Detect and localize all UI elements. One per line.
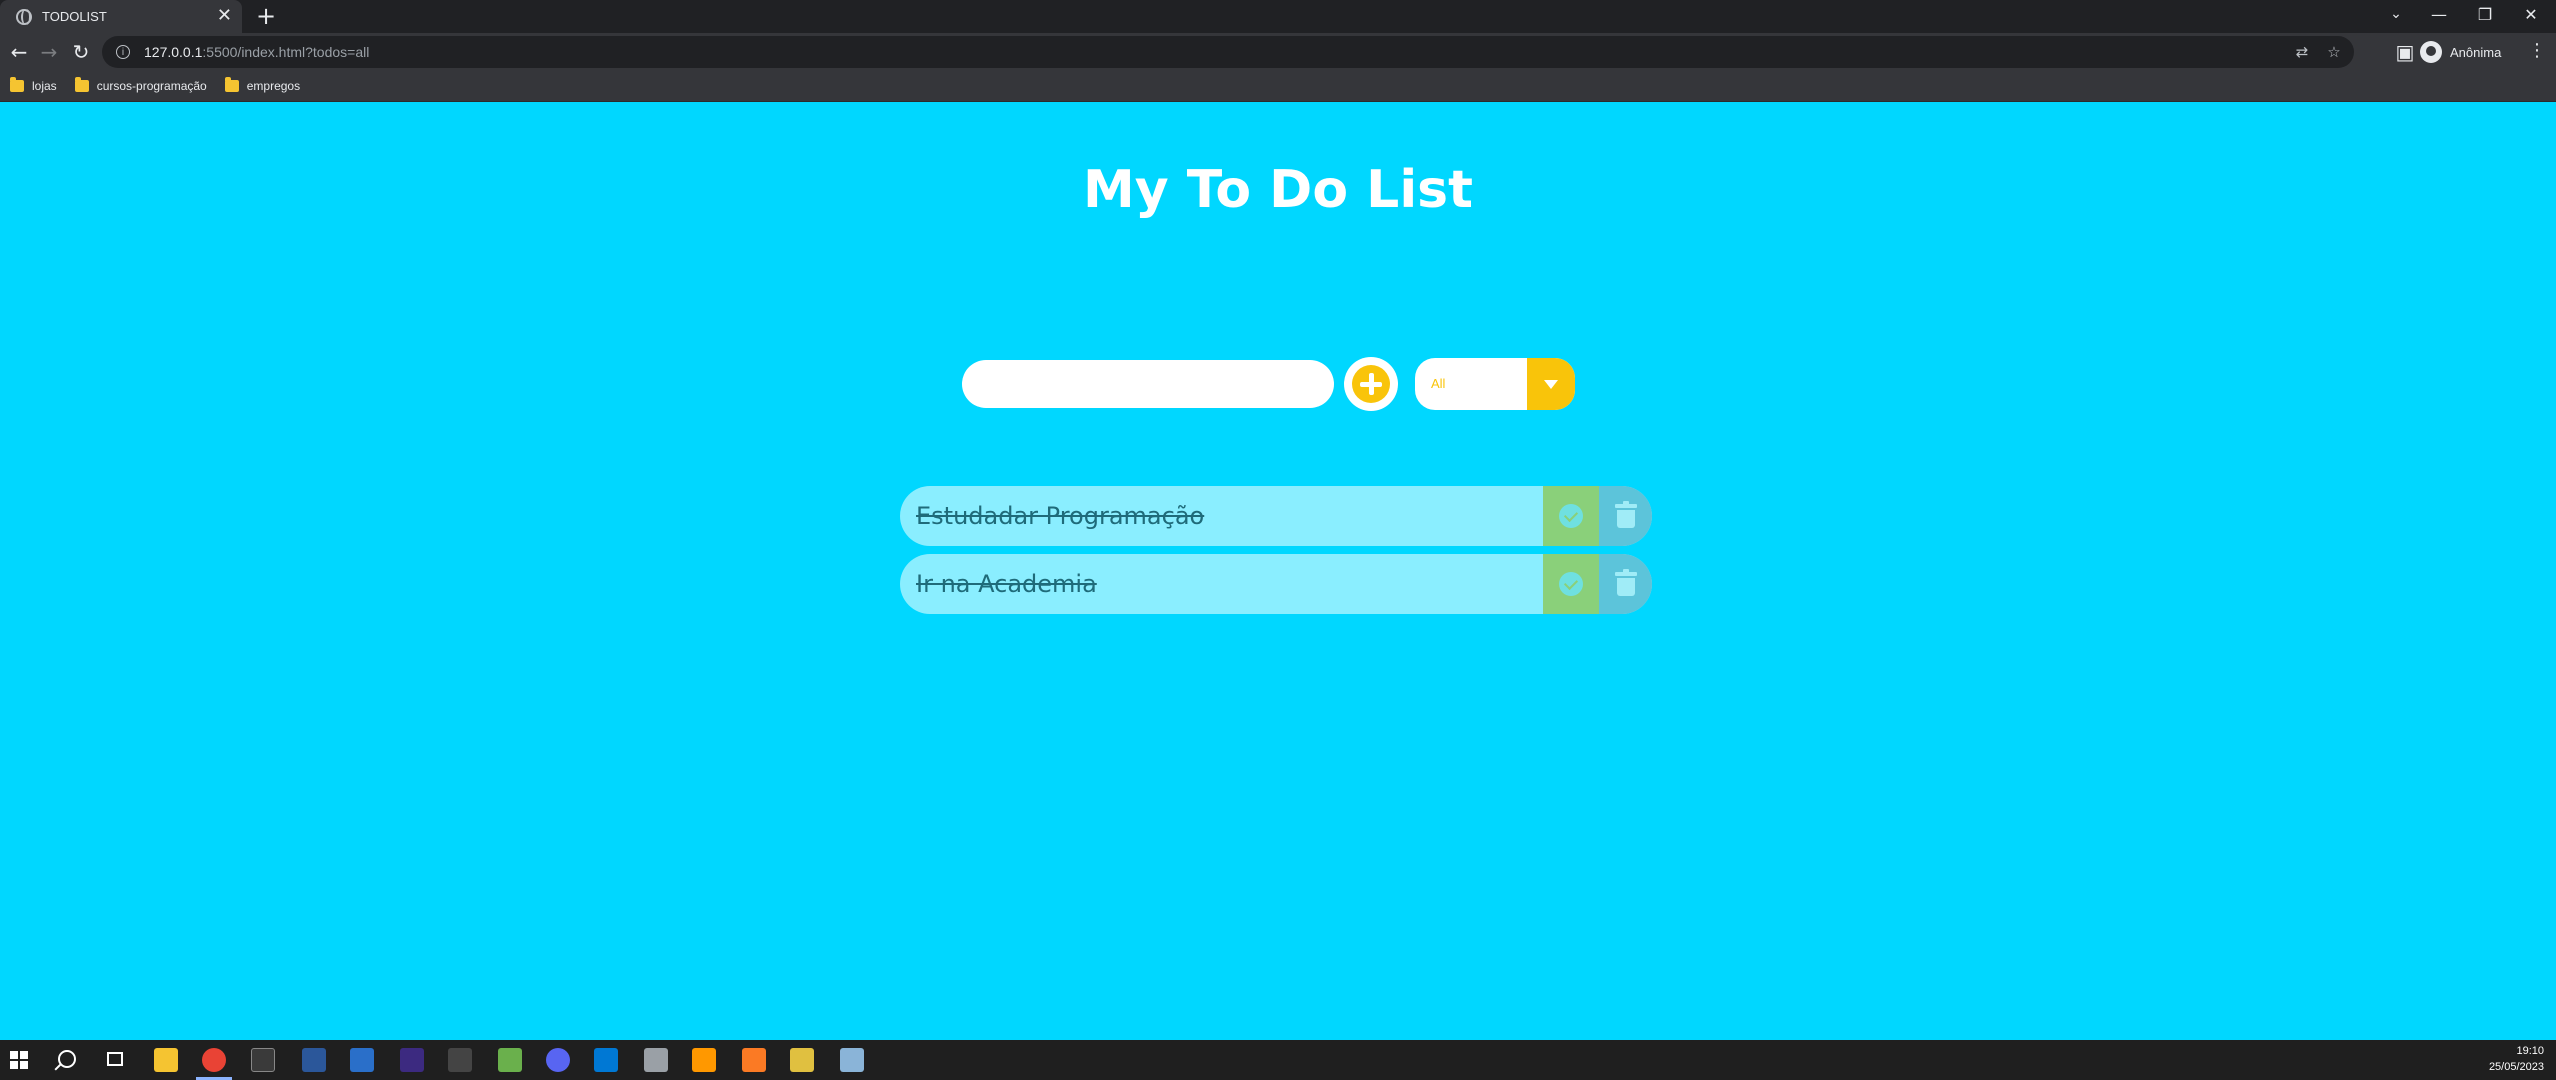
app-icon[interactable] xyxy=(400,1048,424,1072)
restore-button[interactable]: ❐ xyxy=(2462,0,2508,28)
address-bar[interactable]: i 127.0.0.1:5500/index.html?todos=all ☆ … xyxy=(102,36,2354,68)
check-icon xyxy=(1559,504,1583,528)
search-icon[interactable] xyxy=(58,1050,76,1068)
sublime-icon[interactable] xyxy=(692,1048,716,1072)
forward-button[interactable]: → xyxy=(34,37,64,67)
word-icon[interactable] xyxy=(302,1048,326,1072)
page-title: My To Do List xyxy=(1083,160,1473,220)
bookmark-empregos[interactable]: empregos xyxy=(224,77,301,93)
profile-name: Anônima xyxy=(2450,44,2502,60)
dropdown-arrow[interactable] xyxy=(1527,358,1575,410)
tab-title: TODOLIST xyxy=(42,9,107,24)
app-icon[interactable] xyxy=(790,1048,814,1072)
taskbar: 19:10 25/05/2023 xyxy=(0,1040,2556,1080)
bookmarks-bar: lojas cursos-programação empregos xyxy=(0,71,2556,102)
side-panel-icon[interactable]: ▣ xyxy=(2390,37,2420,67)
todo-text: Ir na Academia xyxy=(916,570,1097,598)
bookmark-label: empregos xyxy=(246,79,301,93)
delete-button[interactable] xyxy=(1599,486,1652,546)
incognito-icon xyxy=(2420,41,2442,63)
filter-value: All xyxy=(1431,376,1446,391)
browser-tab[interactable]: TODOLIST ✕ xyxy=(0,0,242,33)
windows-start-icon[interactable] xyxy=(10,1051,28,1069)
bookmark-lojas[interactable]: lojas xyxy=(10,77,57,93)
task-view-icon[interactable] xyxy=(107,1052,123,1066)
new-tab-button[interactable]: + xyxy=(256,2,276,30)
caret-down-icon xyxy=(1544,379,1558,389)
complete-button[interactable] xyxy=(1543,554,1599,614)
console-icon[interactable] xyxy=(448,1048,472,1072)
tab-search-icon[interactable]: ⌄ xyxy=(2380,0,2412,28)
reload-button[interactable]: ↻ xyxy=(66,37,96,67)
system-clock[interactable]: 19:10 25/05/2023 xyxy=(2489,1043,2544,1075)
translate-icon[interactable]: ⇄ xyxy=(2292,42,2312,62)
todo-item: Estudadar Programação xyxy=(900,486,1652,546)
clock-time: 19:10 xyxy=(2516,1045,2544,1057)
browser-toolbar: ← → ↻ i 127.0.0.1:5500/index.html?todos=… xyxy=(0,33,2556,71)
vscode-icon[interactable] xyxy=(594,1048,618,1072)
bookmark-label: cursos-programação xyxy=(96,79,207,93)
folder-icon xyxy=(224,77,239,92)
browser-tab-strip: TODOLIST ✕ + ⌄ — ❐ ✕ xyxy=(0,0,2556,33)
todo-input[interactable] xyxy=(962,360,1334,408)
xampp-icon[interactable] xyxy=(742,1048,766,1072)
minimize-button[interactable]: — xyxy=(2416,0,2462,28)
discord-icon[interactable] xyxy=(546,1048,570,1072)
profile-button[interactable]: Anônima xyxy=(2420,37,2501,67)
add-todo-button[interactable] xyxy=(1344,357,1398,411)
todo-text: Estudadar Programação xyxy=(916,502,1205,530)
bookmark-label: lojas xyxy=(32,79,57,93)
folder-icon xyxy=(10,77,24,92)
powershell-icon[interactable] xyxy=(350,1048,374,1072)
todo-item: Ir na Academia xyxy=(900,554,1652,614)
globe-icon xyxy=(16,8,32,25)
delete-button[interactable] xyxy=(1599,554,1652,614)
trash-icon xyxy=(1614,501,1637,528)
menu-icon[interactable]: ⋮ xyxy=(2528,41,2546,61)
file-explorer-icon[interactable] xyxy=(154,1048,178,1072)
filter-select[interactable]: All xyxy=(1415,358,1575,410)
plus-icon xyxy=(1352,365,1390,403)
trash-icon xyxy=(1614,569,1637,596)
chrome-icon[interactable] xyxy=(202,1048,226,1072)
check-icon xyxy=(1559,572,1583,596)
close-window-button[interactable]: ✕ xyxy=(2508,0,2554,28)
clock-date: 25/05/2023 xyxy=(2488,1061,2544,1073)
info-icon[interactable]: i xyxy=(116,45,130,59)
app-icon[interactable] xyxy=(840,1048,864,1072)
terminal-icon[interactable] xyxy=(251,1048,275,1072)
app-icon[interactable] xyxy=(644,1048,668,1072)
back-button[interactable]: ← xyxy=(4,37,34,67)
todo-list: Estudadar Programação Ir na Academia xyxy=(900,486,1652,622)
complete-button[interactable] xyxy=(1543,486,1599,546)
stack-app-icon[interactable] xyxy=(498,1048,522,1072)
tab-close-button[interactable]: ✕ xyxy=(217,6,232,26)
url-path: :5500/index.html?todos=all xyxy=(202,44,370,60)
url-host: 127.0.0.1 xyxy=(144,44,203,60)
folder-icon xyxy=(74,77,89,92)
bookmark-cursos-programacao[interactable]: cursos-programação xyxy=(74,77,207,93)
bookmark-star-icon[interactable]: ☆ xyxy=(2324,42,2344,62)
